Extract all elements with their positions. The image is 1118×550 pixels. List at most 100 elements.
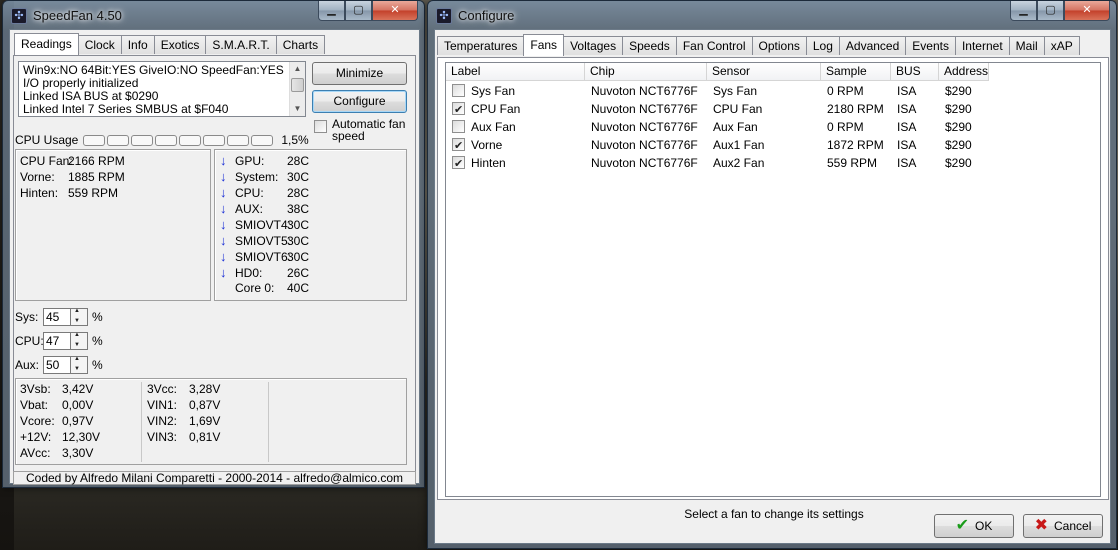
scroll-down-icon[interactable]: ▼ — [290, 102, 305, 116]
tab-speeds[interactable]: Speeds — [622, 36, 677, 55]
cell-sample: 0 RPM — [821, 118, 891, 136]
cell-sensor: Aux2 Fan — [707, 154, 821, 172]
spin-arrows-icon[interactable] — [71, 308, 88, 326]
voltage-name: Vbat: — [20, 398, 49, 412]
spin-arrows-icon[interactable] — [71, 332, 88, 350]
temperature-readings-panel: ↓ GPU: 28C ↓ System: 30C ↓ CPU: 28C ↓ AUX: 38C ↓ SMIO… — [214, 149, 407, 301]
fan-enabled-checkbox[interactable] — [452, 101, 465, 118]
fan-reading: Vorne: 1885 RPM — [20, 170, 125, 184]
tab-temperatures[interactable]: Temperatures — [437, 36, 525, 55]
tab-xap[interactable]: xAP — [1043, 36, 1080, 55]
scroll-up-icon[interactable]: ▲ — [290, 62, 305, 76]
fan-list-row[interactable]: Vorne Nuvoton NCT6776F Aux1 Fan 1872 RPM ISA… — [446, 136, 989, 154]
cell-chip-text: Nuvoton NCT6776F — [591, 120, 698, 134]
scroll-thumb[interactable] — [291, 78, 304, 92]
configure-titlebar[interactable]: ✣ Configure ▁ ▢ ✕ — [428, 1, 1116, 29]
tab-fan-control[interactable]: Fan Control — [675, 36, 753, 55]
configure-button[interactable]: Configure — [312, 90, 407, 113]
tab-readings[interactable]: Readings — [14, 33, 79, 55]
voltage-value: 0,00V — [62, 398, 94, 412]
fan-list-row[interactable]: Hinten Nuvoton NCT6776F Aux2 Fan 559 RPM ISA… — [446, 154, 989, 172]
fan-list-row[interactable]: CPU Fan Nuvoton NCT6776F CPU Fan 2180 RPM IS… — [446, 100, 989, 118]
tab-clock[interactable]: Clock — [77, 35, 122, 54]
minimize-window-button[interactable]: ▁ — [318, 1, 345, 21]
temperature-reading: ↓ System: 30C — [220, 169, 309, 184]
cell-address-text: $290 — [945, 102, 972, 116]
minimize-button[interactable]: Minimize — [312, 62, 407, 85]
temperature-value: 40C — [287, 281, 310, 295]
tab-options[interactable]: Options — [751, 36, 807, 55]
fan-readings-panel: CPU Fan:2166 RPM Vorne: 1885 RPM Hinten: 559… — [15, 149, 211, 301]
fan-enabled-checkbox[interactable] — [452, 137, 465, 154]
automatic-fan-speed-label: Automatic fan speed — [332, 117, 406, 143]
cell-sample: 2180 RPM — [821, 100, 891, 118]
ok-button[interactable]: ✔ OK — [934, 514, 1014, 538]
cell-bus-text: ISA — [897, 102, 917, 116]
percent-unit: % — [92, 334, 103, 348]
spin-arrows-icon[interactable] — [71, 356, 88, 374]
close-window-button[interactable]: ✕ — [372, 1, 418, 21]
voltage-readings-panel: 3Vsb: 3,42V Vbat: 0,00V Vcore: 0,97V +12V: 12,3… — [15, 378, 407, 465]
temperature-reading: ↓ HD0: 26C — [220, 265, 309, 280]
cell-chip: Nuvoton NCT6776F — [585, 82, 707, 100]
voltage-name: VIN1: — [147, 398, 178, 412]
temperature-name: HD0: — [235, 266, 263, 280]
cell-sensor-text: Aux1 Fan — [713, 138, 765, 152]
temperature-reading: Core 0: 40C — [220, 281, 309, 295]
maximize-window-button[interactable]: ▢ — [1037, 1, 1064, 21]
tab-internet[interactable]: Internet — [954, 36, 1010, 55]
tab-mail[interactable]: Mail — [1008, 36, 1045, 55]
close-window-button[interactable]: ✕ — [1064, 1, 1110, 21]
column-header-sample[interactable]: Sample — [821, 63, 891, 81]
column-header-label[interactable]: Label — [446, 63, 585, 81]
speed-input[interactable]: 47 — [43, 332, 71, 350]
speed-input[interactable]: 45 — [43, 308, 71, 326]
voltage-name: Vcore: — [20, 414, 55, 428]
check-icon: ✔ — [955, 517, 970, 534]
tab-exotics[interactable]: Exotics — [153, 35, 207, 54]
voltage-reading: VIN2: 1,69V — [147, 414, 220, 428]
cell-bus: ISA — [891, 82, 939, 100]
speedfan-title: SpeedFan 4.50 — [33, 8, 122, 23]
fan-list[interactable]: Label Chip Sensor Sample BUS Address Sys Fan N… — [445, 62, 1101, 497]
cell-address: $290 — [939, 118, 989, 136]
cell-sample-text: 559 RPM — [827, 156, 878, 170]
cell-sensor-text: CPU Fan — [713, 102, 763, 116]
log-scrollbar[interactable]: ▲ ▼ — [289, 62, 305, 116]
cell-address-text: $290 — [945, 138, 972, 152]
speed-label: Aux: — [15, 358, 40, 372]
column-header-address[interactable]: Address — [939, 63, 989, 81]
column-header-chip[interactable]: Chip — [585, 63, 707, 81]
maximize-window-button[interactable]: ▢ — [345, 1, 372, 21]
minimize-window-button[interactable]: ▁ — [1010, 1, 1037, 21]
fan-list-row[interactable]: Sys Fan Nuvoton NCT6776F Sys Fan 0 RPM ISA $2… — [446, 82, 989, 100]
cell-label-text: Vorne — [471, 138, 503, 152]
fan-enabled-checkbox[interactable] — [452, 84, 465, 98]
tab-voltages[interactable]: Voltages — [563, 36, 624, 55]
tab-charts[interactable]: Charts — [275, 35, 326, 54]
tab-log[interactable]: Log — [805, 36, 840, 55]
tab-events[interactable]: Events — [905, 36, 956, 55]
cell-bus: ISA — [891, 100, 939, 118]
tab-info[interactable]: Info — [120, 35, 155, 54]
cell-bus-text: ISA — [897, 120, 917, 134]
fan-enabled-checkbox[interactable] — [452, 155, 465, 172]
tab-fans[interactable]: Fans — [523, 34, 565, 56]
column-header-sensor[interactable]: Sensor — [707, 63, 821, 81]
speedfan-titlebar[interactable]: ✣ SpeedFan 4.50 ▁ ▢ ✕ — [3, 1, 424, 29]
automatic-fan-speed-checkbox[interactable] — [314, 120, 327, 133]
speed-input[interactable]: 50 — [43, 356, 71, 374]
fan-reading: Hinten: 559 RPM — [20, 186, 118, 200]
cpu-core-meter — [203, 134, 226, 146]
cell-sensor: Aux1 Fan — [707, 136, 821, 154]
voltage-value: 0,81V — [189, 430, 221, 444]
fan-list-row[interactable]: Aux Fan Nuvoton NCT6776F Aux Fan 0 RPM ISA $2… — [446, 118, 989, 136]
tab-advanced[interactable]: Advanced — [838, 36, 907, 55]
tab-s-m-a-r-t[interactable]: S.M.A.R.T. — [205, 35, 277, 54]
column-header-bus[interactable]: BUS — [891, 63, 939, 81]
trend-down-arrow-icon: ↓ — [220, 185, 227, 200]
voltage-value: 0,97V — [62, 414, 94, 428]
temperature-name: System: — [235, 170, 279, 184]
fan-enabled-checkbox[interactable] — [452, 120, 465, 134]
cancel-button[interactable]: ✖ Cancel — [1023, 514, 1103, 538]
